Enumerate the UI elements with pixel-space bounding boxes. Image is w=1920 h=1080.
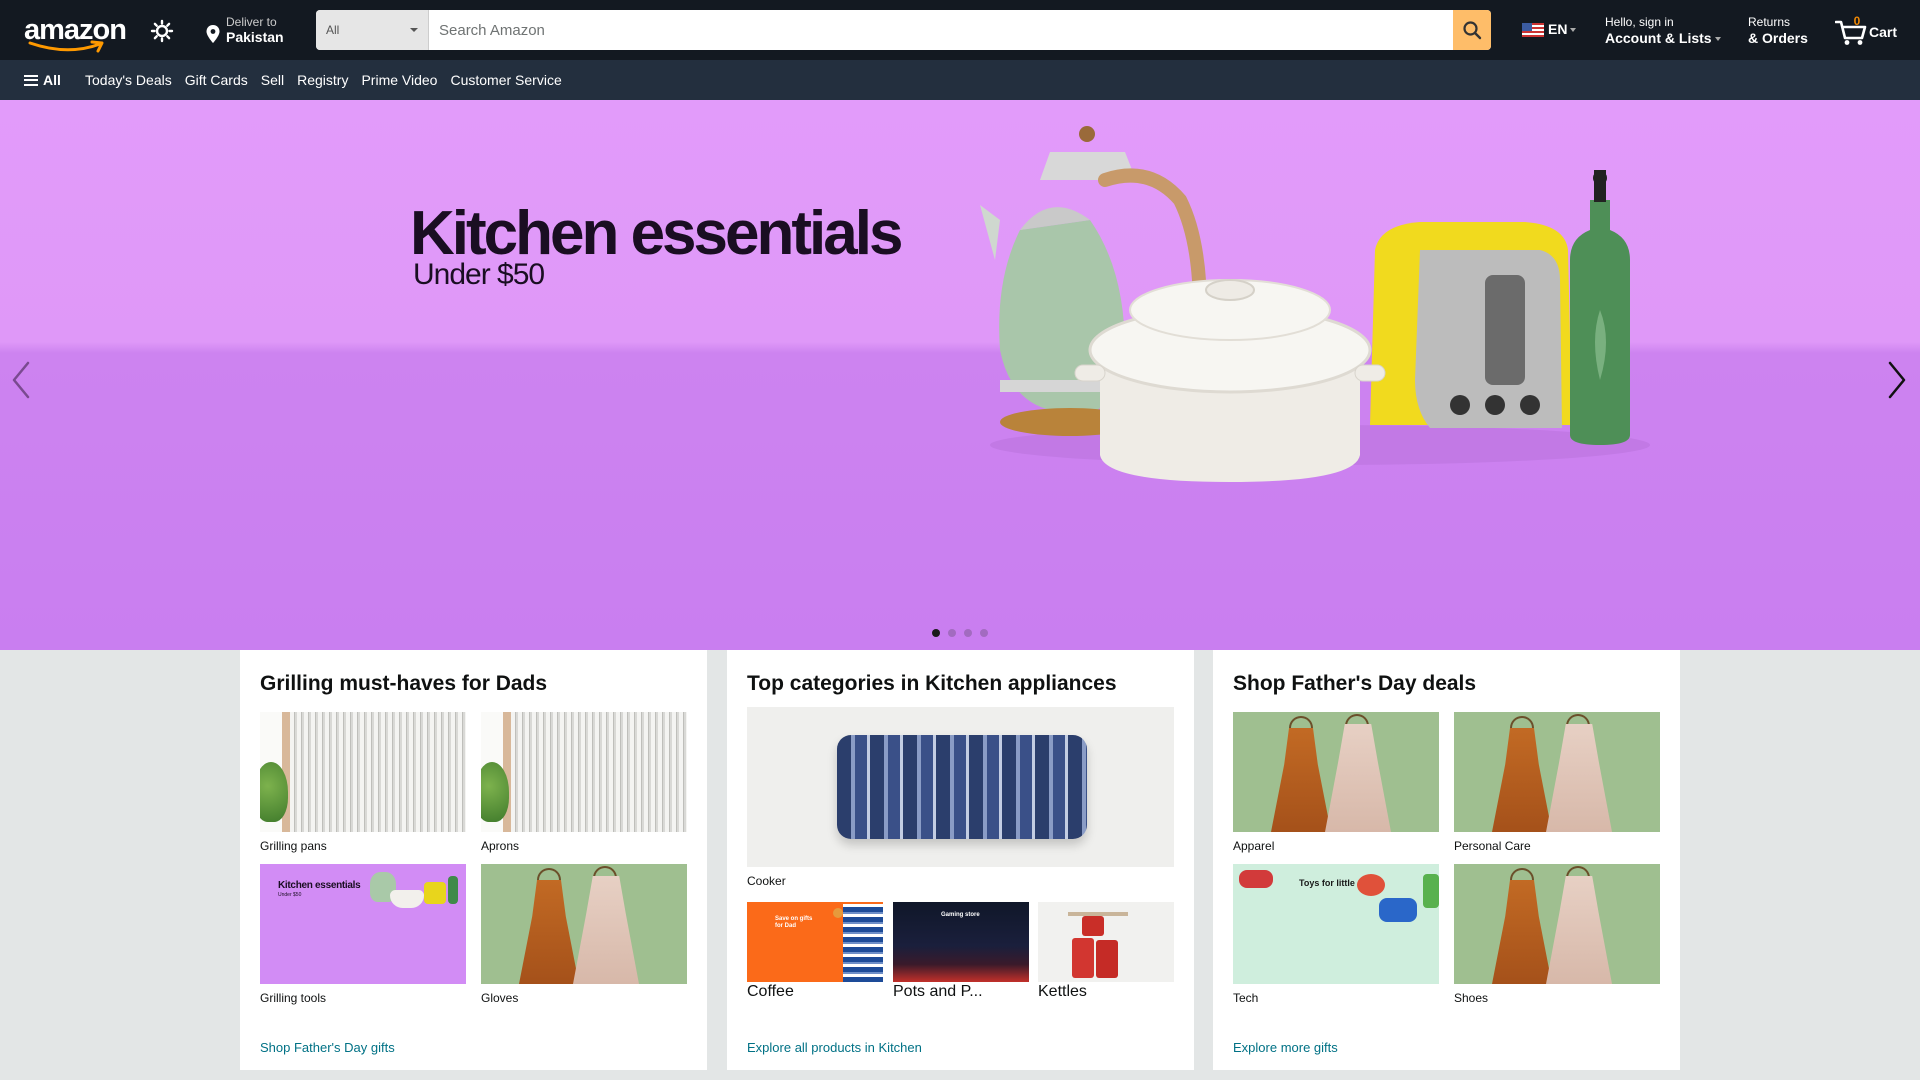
subnav-links: Today's Deals Gift Cards Sell Registry P…: [78, 72, 568, 88]
subnav-link-prime-video[interactable]: Prime Video: [354, 72, 443, 88]
us-flag-icon: [1522, 23, 1544, 38]
returns-label: Returns: [1748, 15, 1791, 29]
carousel-dot-4[interactable]: [980, 629, 988, 637]
card-fathers-day-deals: Shop Father's Day deals Apparel Personal…: [1213, 650, 1680, 1070]
tile-image: [1454, 864, 1660, 984]
search-category-label: All: [326, 23, 340, 37]
language-code: EN: [1548, 21, 1568, 37]
theme-toggle-icon[interactable]: [150, 19, 174, 43]
tile-image: Toys for little ones: [1233, 864, 1439, 984]
card-title: Shop Father's Day deals: [1233, 672, 1477, 695]
tile-grilling-tools[interactable]: Kitchen essentials Under $50 Grilling to…: [260, 864, 466, 1005]
account-greeting: Hello, sign in: [1605, 15, 1674, 29]
carousel-prev-arrow-icon[interactable]: [6, 355, 36, 405]
tile-image: [481, 864, 687, 984]
search-button[interactable]: [1453, 10, 1491, 50]
card-link[interactable]: Explore more gifts: [1233, 1040, 1338, 1055]
subnav-link-registry[interactable]: Registry: [290, 72, 354, 88]
subnav-link-sell[interactable]: Sell: [254, 72, 290, 88]
tile-image: [1038, 902, 1174, 982]
tile-kettles[interactable]: Kettles: [1038, 902, 1174, 1001]
cart-button[interactable]: 0 Cart: [1835, 14, 1905, 48]
search-bar: All: [316, 10, 1491, 50]
tile-apparel[interactable]: Apparel: [1233, 712, 1439, 853]
tile-caption: Coffee: [747, 983, 794, 1000]
deliver-country: Pakistan: [226, 29, 284, 45]
orders-label: & Orders: [1748, 30, 1808, 46]
account-label: Account & Lists: [1605, 30, 1712, 46]
all-menu-label: All: [43, 72, 61, 88]
tile-caption: Cooker: [747, 874, 786, 888]
tile-coffee[interactable]: Save on gifts for Dad Coffee: [747, 902, 883, 1001]
search-input[interactable]: [429, 10, 1453, 50]
tile-image: Save on gifts for Dad: [747, 902, 883, 982]
tile-image-title: Kitchen essentials: [278, 880, 361, 891]
subnav-link-gift-cards[interactable]: Gift Cards: [178, 72, 254, 88]
all-menu-button[interactable]: All: [24, 72, 61, 88]
tile-aprons[interactable]: Aprons: [481, 712, 687, 853]
subnav-link-customer-service[interactable]: Customer Service: [443, 72, 567, 88]
card-link[interactable]: Explore all products in Kitchen: [747, 1040, 922, 1055]
card-title: Grilling must-haves for Dads: [260, 672, 548, 695]
tile-image: [1233, 712, 1439, 832]
top-navbar: amazon Deliver to Pakistan All Search Am…: [0, 0, 1920, 60]
tile-image: [747, 707, 1174, 867]
tile-caption: Aprons: [481, 839, 520, 853]
carousel-dot-1[interactable]: [932, 629, 940, 637]
tile-caption: Personal Care: [1454, 839, 1531, 853]
tile-pots-and-pans[interactable]: Gaming store Pots and P...: [893, 902, 1029, 1001]
tile-caption: Pots and P...: [893, 983, 983, 1000]
cart-label: Cart: [1869, 24, 1898, 40]
card-link[interactable]: Shop Father's Day gifts: [260, 1040, 395, 1055]
tile-caption: Shoes: [1454, 991, 1489, 1005]
smile-arrow-icon: [28, 40, 104, 53]
tile-caption: Apparel: [1233, 839, 1275, 853]
card-top-categories-kitchen: Top categories in Kitchen appliances Coo…: [727, 650, 1194, 1070]
tile-shoes[interactable]: Shoes: [1454, 864, 1660, 1005]
chevron-down-icon: [1714, 37, 1721, 42]
tile-image: [260, 712, 466, 832]
tile-personal-care[interactable]: Personal Care: [1454, 712, 1660, 853]
account-and-lists[interactable]: Hello, sign in Account & Lists: [1605, 15, 1721, 47]
tile-image: [481, 712, 687, 832]
tile-caption: Grilling tools: [260, 991, 327, 1005]
tile-caption: Grilling pans: [260, 839, 327, 853]
carousel-dot-3[interactable]: [964, 629, 972, 637]
tile-cooker[interactable]: Cooker: [747, 707, 1174, 888]
tile-image-text: Save on gifts for Dad: [775, 916, 813, 929]
search-category-dropdown[interactable]: All: [316, 10, 429, 50]
card-grilling-must-haves: Grilling must-haves for Dads Grilling pa…: [240, 650, 707, 1070]
chevron-down-icon: [1570, 28, 1577, 33]
tile-caption: Tech: [1233, 991, 1259, 1005]
hamburger-menu-icon: [24, 74, 38, 86]
amazon-logo[interactable]: amazon: [24, 12, 127, 53]
location-pin-icon: [206, 25, 220, 43]
cart-icon: [1835, 20, 1867, 45]
kitchen-appliances-image: [980, 126, 1650, 482]
tile-image-text: Gaming store: [941, 912, 980, 918]
chevron-down-icon: [410, 28, 418, 32]
hero-carousel[interactable]: Kitchen essentials Under $50: [0, 100, 1920, 650]
tile-gloves[interactable]: Gloves: [481, 864, 687, 1005]
deliver-label: Deliver to: [226, 15, 277, 29]
language-selector[interactable]: EN: [1522, 21, 1577, 41]
tile-caption: Kettles: [1038, 983, 1087, 1000]
tile-grilling-pans[interactable]: Grilling pans: [260, 712, 466, 853]
tile-image: Gaming store: [893, 902, 1029, 982]
tile-tech[interactable]: Toys for little ones Tech: [1233, 864, 1439, 1005]
tile-image: Kitchen essentials Under $50: [260, 864, 466, 984]
carousel-next-arrow-icon[interactable]: [1882, 355, 1912, 405]
hero-subtitle: Under $50: [413, 258, 545, 291]
tile-caption: Gloves: [481, 991, 519, 1005]
carousel-dot-2[interactable]: [948, 629, 956, 637]
returns-and-orders[interactable]: Returns & Orders: [1748, 15, 1808, 47]
carousel-indicators: [932, 629, 988, 637]
tile-image: [1454, 712, 1660, 832]
search-icon: [1463, 21, 1482, 40]
subnav-link-todays-deals[interactable]: Today's Deals: [78, 72, 178, 88]
tile-image-subtitle: Under $50: [278, 892, 302, 898]
secondary-navbar: All Today's Deals Gift Cards Sell Regist…: [0, 60, 1920, 100]
card-title: Top categories in Kitchen appliances: [747, 672, 1117, 695]
